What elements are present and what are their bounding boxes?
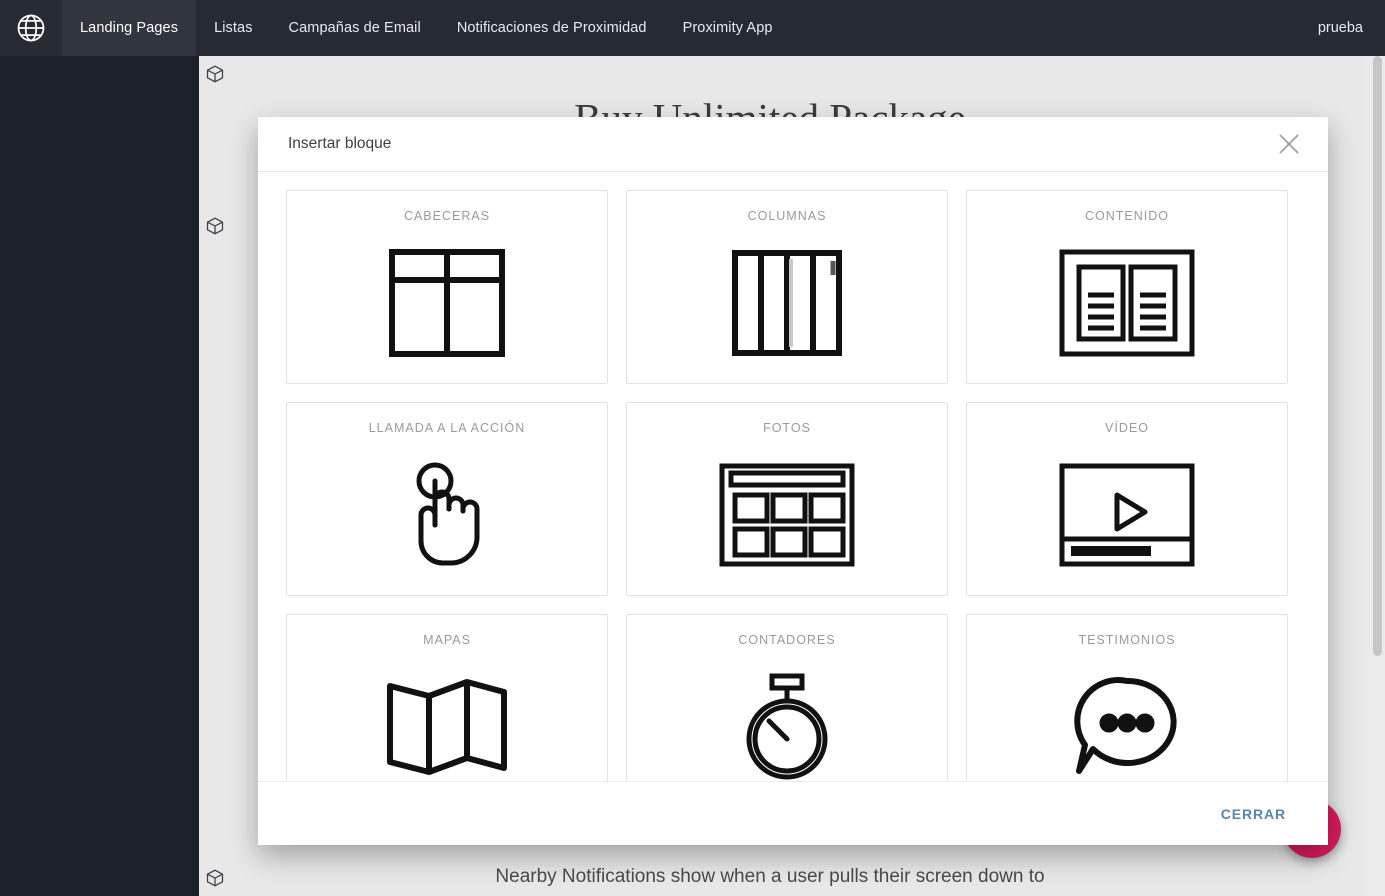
insert-block-dialog: Insertar bloque CABECERAS COLUMNAS CONTE… bbox=[258, 117, 1328, 845]
block-marker-top[interactable] bbox=[205, 64, 225, 84]
block-card-columnas[interactable]: COLUMNAS bbox=[626, 190, 948, 384]
nav-item-landing-pages[interactable]: Landing Pages bbox=[62, 0, 197, 56]
user-name-label: prueba bbox=[1317, 20, 1363, 36]
nav-item-notificaciones-de-proximidad[interactable]: Notificaciones de Proximidad bbox=[439, 0, 665, 56]
nav-item-label: Notificaciones de Proximidad bbox=[456, 20, 647, 36]
block-card-label: CABECERAS bbox=[403, 209, 491, 223]
dialog-header: Insertar bloque bbox=[258, 117, 1328, 172]
nav-item-campanas-de-email[interactable]: Campañas de Email bbox=[271, 0, 439, 56]
block-card-label: FOTOS bbox=[763, 421, 811, 435]
block-card-contadores[interactable]: CONTADORES bbox=[626, 614, 948, 781]
block-card-video[interactable]: VÍDEO bbox=[966, 402, 1288, 596]
nav-item-proximity-app[interactable]: Proximity App bbox=[665, 0, 791, 56]
block-grid: CABECERAS COLUMNAS CONTENIDO LLAMADA A L… bbox=[258, 190, 1328, 781]
block-grid-scroll-area[interactable]: CABECERAS COLUMNAS CONTENIDO LLAMADA A L… bbox=[258, 172, 1328, 781]
close-icon bbox=[1276, 131, 1302, 157]
block-card-llamada-a-la-accion[interactable]: LLAMADA A LA ACCIÓN bbox=[286, 402, 608, 596]
user-menu[interactable]: prueba bbox=[1300, 0, 1385, 56]
dialog-title: Insertar bloque bbox=[288, 135, 392, 152]
block-card-label: TESTIMONIOS bbox=[1078, 633, 1176, 647]
page-subtext: Nearby Notifications show when a user pu… bbox=[495, 866, 1045, 887]
block-card-testimonios[interactable]: TESTIMONIOS bbox=[966, 614, 1288, 781]
block-card-label: VÍDEO bbox=[1105, 421, 1149, 435]
nav-item-label: Proximity App bbox=[682, 20, 773, 36]
columns-layout-icon bbox=[627, 223, 947, 383]
block-card-label: MAPAS bbox=[423, 633, 471, 647]
video-player-icon bbox=[967, 435, 1287, 595]
cube-icon bbox=[205, 64, 225, 84]
block-card-label: CONTENIDO bbox=[1085, 209, 1169, 223]
close-dialog-button[interactable] bbox=[1272, 127, 1306, 161]
top-navigation-bar: Landing Pages Listas Campañas de Email N… bbox=[0, 0, 1385, 56]
block-card-fotos[interactable]: FOTOS bbox=[626, 402, 948, 596]
left-rail bbox=[0, 56, 199, 896]
block-marker-middle[interactable] bbox=[205, 216, 225, 236]
nav-item-label: Campañas de Email bbox=[288, 20, 421, 36]
block-card-mapas[interactable]: MAPAS bbox=[286, 614, 608, 781]
scrollbar-thumb[interactable] bbox=[1373, 56, 1382, 656]
dialog-footer: CERRAR bbox=[258, 781, 1328, 845]
nav-item-listas[interactable]: Listas bbox=[196, 0, 270, 56]
block-card-label: LLAMADA A LA ACCIÓN bbox=[368, 421, 526, 435]
nav-item-label: Listas bbox=[214, 20, 253, 36]
cerrar-button[interactable]: CERRAR bbox=[1215, 798, 1292, 830]
nav-item-label: Landing Pages bbox=[80, 20, 179, 36]
block-card-label: CONTADORES bbox=[738, 633, 836, 647]
block-card-label: COLUMNAS bbox=[747, 209, 827, 223]
block-card-contenido[interactable]: CONTENIDO bbox=[966, 190, 1288, 384]
content-columns-icon bbox=[967, 223, 1287, 383]
globe-icon bbox=[16, 13, 46, 43]
pointing-hand-icon bbox=[287, 435, 607, 595]
vertical-scrollbar[interactable] bbox=[1363, 56, 1385, 896]
photo-gallery-icon bbox=[627, 435, 947, 595]
folded-map-icon bbox=[287, 647, 607, 781]
app-logo[interactable] bbox=[0, 0, 62, 56]
block-card-cabeceras[interactable]: CABECERAS bbox=[286, 190, 608, 384]
stopwatch-icon bbox=[627, 647, 947, 781]
cube-icon bbox=[205, 216, 225, 236]
speech-bubble-icon bbox=[967, 647, 1287, 781]
header-layout-icon bbox=[287, 223, 607, 383]
